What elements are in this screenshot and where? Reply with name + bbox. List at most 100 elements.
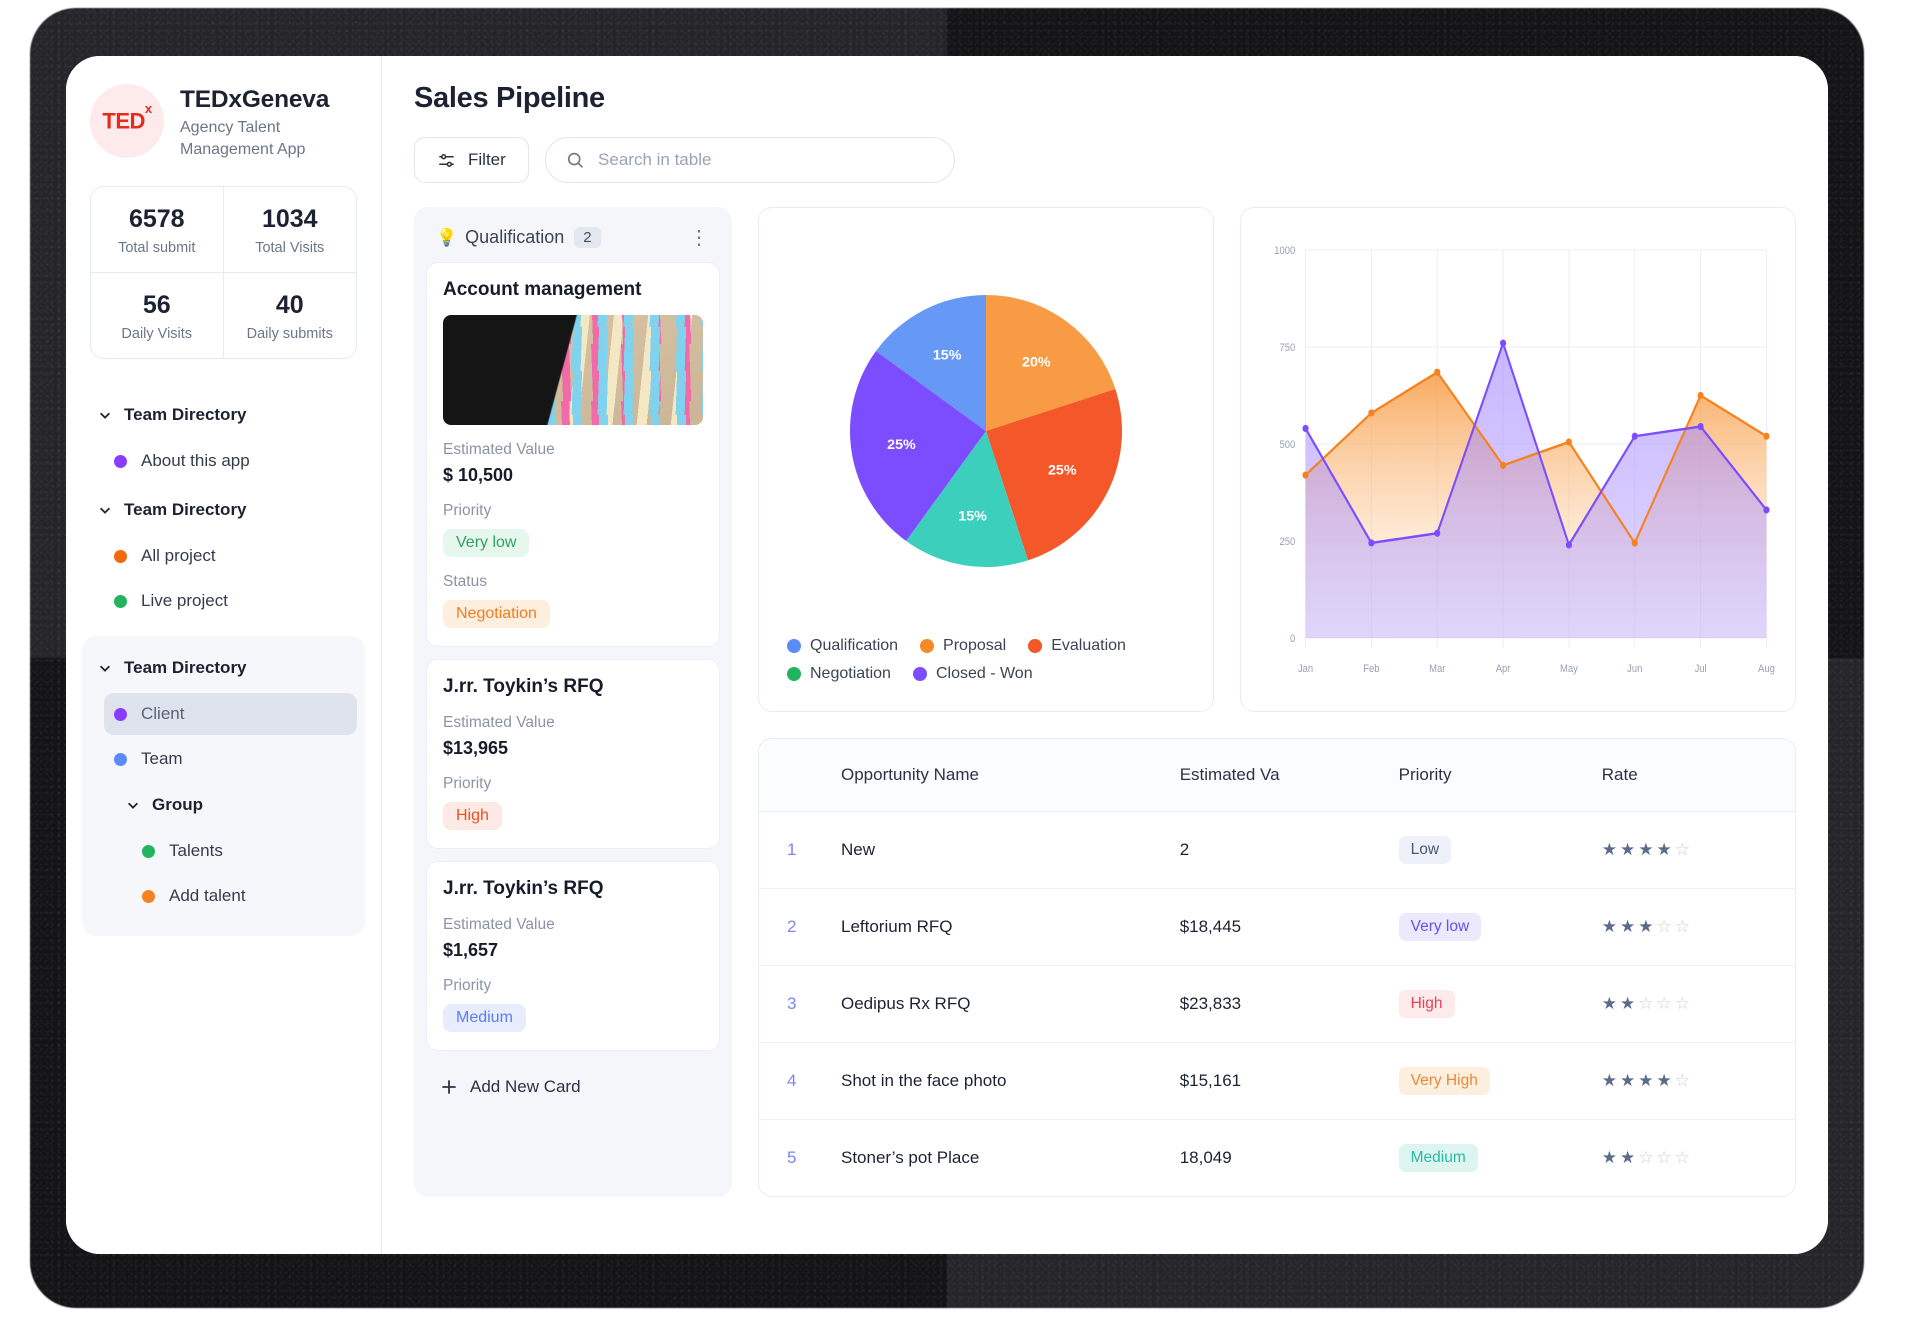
data-point-marker[interactable] xyxy=(1566,438,1572,445)
rating-stars[interactable]: ★★☆☆☆ xyxy=(1602,1148,1693,1167)
nav-group-header-3[interactable]: Team Directory xyxy=(90,646,357,690)
nav-group-1: Team Directory About this app xyxy=(90,393,357,482)
legend-item[interactable]: Closed - Won xyxy=(913,665,1033,683)
data-point-marker[interactable] xyxy=(1302,425,1308,432)
data-point-marker[interactable] xyxy=(1763,433,1769,440)
table-row[interactable]: 4 Shot in the face photo $15,161 Very Hi… xyxy=(759,1043,1795,1120)
star-filled-icon: ★ xyxy=(1657,840,1675,859)
legend-color-dot xyxy=(1028,639,1042,653)
card-estimated-value: $ 10,500 xyxy=(443,465,703,486)
nav-group-header-1[interactable]: Team Directory xyxy=(90,393,357,437)
y-axis-tick-label: 500 xyxy=(1280,439,1296,451)
star-filled-icon: ★ xyxy=(1638,840,1656,859)
content-area: 💡 Qualification 2 ⋮ Account management E… xyxy=(414,207,1796,1197)
star-filled-icon: ★ xyxy=(1602,1148,1620,1167)
sidebar-item-team[interactable]: Team xyxy=(104,738,357,780)
data-point-marker[interactable] xyxy=(1698,392,1704,399)
rating-stars[interactable]: ★★★★☆ xyxy=(1602,1071,1693,1090)
sidebar-item-label: Client xyxy=(141,704,184,724)
sidebar-item-talents[interactable]: Talents xyxy=(132,830,357,872)
card-title: J.rr. Toykin’s RFQ xyxy=(443,676,703,698)
data-point-marker[interactable] xyxy=(1763,506,1769,513)
add-new-card-label: Add New Card xyxy=(470,1077,581,1097)
nav-subgroup-header[interactable]: Group xyxy=(118,783,357,827)
stats-grid: 6578 Total submit 1034 Total Visits 56 D… xyxy=(90,186,357,359)
legend-label: Closed - Won xyxy=(936,665,1033,683)
sidebar-item-all-project[interactable]: All project xyxy=(104,535,357,577)
area-chart-svg: 02505007501000JanFebMarAprMayJunJulAug xyxy=(1261,228,1775,693)
sidebar-item-client[interactable]: Client xyxy=(104,693,357,735)
data-point-marker[interactable] xyxy=(1632,433,1638,440)
rating-stars[interactable]: ★★☆☆☆ xyxy=(1602,994,1693,1013)
data-point-marker[interactable] xyxy=(1632,539,1638,546)
data-point-marker[interactable] xyxy=(1302,471,1308,478)
kanban-card[interactable]: J.rr. Toykin’s RFQ Estimated Value $1,65… xyxy=(426,861,720,1051)
data-point-marker[interactable] xyxy=(1368,539,1374,546)
table-row[interactable]: 1 New 2 Low ★★★★☆ xyxy=(759,812,1795,889)
legend-label: Qualification xyxy=(810,637,898,655)
x-axis-tick-label: Aug xyxy=(1758,663,1775,675)
data-point-marker[interactable] xyxy=(1368,409,1374,416)
table-col-estimated-value[interactable]: Estimated Va xyxy=(1170,739,1389,812)
legend-item[interactable]: Proposal xyxy=(920,637,1006,655)
bullet-dot-icon xyxy=(114,455,127,468)
pie-chart: 20%25%15%25%15% xyxy=(779,228,1193,633)
x-axis-tick-label: Jul xyxy=(1695,663,1707,675)
table-col-opportunity-name[interactable]: Opportunity Name xyxy=(831,739,1170,812)
filter-button[interactable]: Filter xyxy=(414,137,529,183)
row-priority: Very low xyxy=(1389,889,1592,966)
rating-stars[interactable]: ★★★★☆ xyxy=(1602,840,1693,859)
pie-chart-legend: Qualification Proposal Evaluation Negotiati… xyxy=(779,633,1193,691)
card-estimated-value-label: Estimated Value xyxy=(443,714,703,732)
data-point-marker[interactable] xyxy=(1434,530,1440,537)
data-point-marker[interactable] xyxy=(1698,423,1704,430)
data-point-marker[interactable] xyxy=(1566,541,1572,548)
table-row[interactable]: 2 Leftorium RFQ $18,445 Very low ★★★☆☆ xyxy=(759,889,1795,966)
priority-badge: Medium xyxy=(1399,1144,1478,1172)
sidebar-item-add-talent[interactable]: Add talent xyxy=(132,875,357,917)
legend-item[interactable]: Evaluation xyxy=(1028,637,1126,655)
sidebar-item-live-project[interactable]: Live project xyxy=(104,580,357,622)
kanban-card[interactable]: Account management Estimated Value $ 10,… xyxy=(426,262,720,647)
pie-slice-label: 15% xyxy=(933,347,962,363)
table-col-priority[interactable]: Priority xyxy=(1389,739,1592,812)
data-point-marker[interactable] xyxy=(1500,462,1506,469)
row-priority: High xyxy=(1389,966,1592,1043)
table-col-index[interactable] xyxy=(759,739,831,812)
sidebar-item-about-this-app[interactable]: About this app xyxy=(104,440,357,482)
priority-badge: Very low xyxy=(1399,913,1482,941)
data-point-marker[interactable] xyxy=(1500,340,1506,347)
star-empty-icon: ☆ xyxy=(1657,917,1675,936)
add-new-card-button[interactable]: Add New Card xyxy=(426,1063,720,1103)
nav-subgroup-group: Group Talents Add talent xyxy=(118,783,357,917)
card-title: J.rr. Toykin’s RFQ xyxy=(443,878,703,900)
logo-text: TED xyxy=(102,108,145,133)
stat-card: 40 Daily submits xyxy=(224,273,357,358)
data-point-marker[interactable] xyxy=(1434,369,1440,376)
nav-group-3: Team Directory Client Team Group xyxy=(82,636,365,936)
kanban-column-title: Qualification xyxy=(465,227,564,248)
card-priority-chip: Medium xyxy=(443,1004,526,1032)
kanban-card[interactable]: J.rr. Toykin’s RFQ Estimated Value $13,9… xyxy=(426,659,720,849)
sidebar: TEDx TEDxGeneva Agency Talent Management… xyxy=(66,56,382,1254)
search-input[interactable] xyxy=(598,150,934,170)
table-col-rate[interactable]: Rate xyxy=(1592,739,1795,812)
filter-button-label: Filter xyxy=(468,150,506,170)
chevron-down-icon xyxy=(126,798,140,812)
table-row[interactable]: 3 Oedipus Rx RFQ $23,833 High ★★☆☆☆ xyxy=(759,966,1795,1043)
tedx-logo: TEDx xyxy=(90,84,164,158)
star-filled-icon: ★ xyxy=(1602,840,1620,859)
legend-label: Proposal xyxy=(943,637,1006,655)
table-row[interactable]: 5 Stoner’s pot Place 18,049 Medium ★★☆☆☆ xyxy=(759,1120,1795,1197)
nav-group-header-2[interactable]: Team Directory xyxy=(90,488,357,532)
priority-badge: High xyxy=(1399,990,1455,1018)
rating-stars[interactable]: ★★★☆☆ xyxy=(1602,917,1693,936)
search-box[interactable] xyxy=(545,137,955,183)
kanban-column-menu-icon[interactable]: ⋮ xyxy=(689,228,710,248)
row-estimated-value: $18,445 xyxy=(1170,889,1389,966)
legend-item[interactable]: Negotiation xyxy=(787,665,891,683)
bullet-dot-icon xyxy=(142,890,155,903)
card-title: Account management xyxy=(443,279,703,301)
legend-item[interactable]: Qualification xyxy=(787,637,898,655)
chevron-down-icon xyxy=(98,503,112,517)
